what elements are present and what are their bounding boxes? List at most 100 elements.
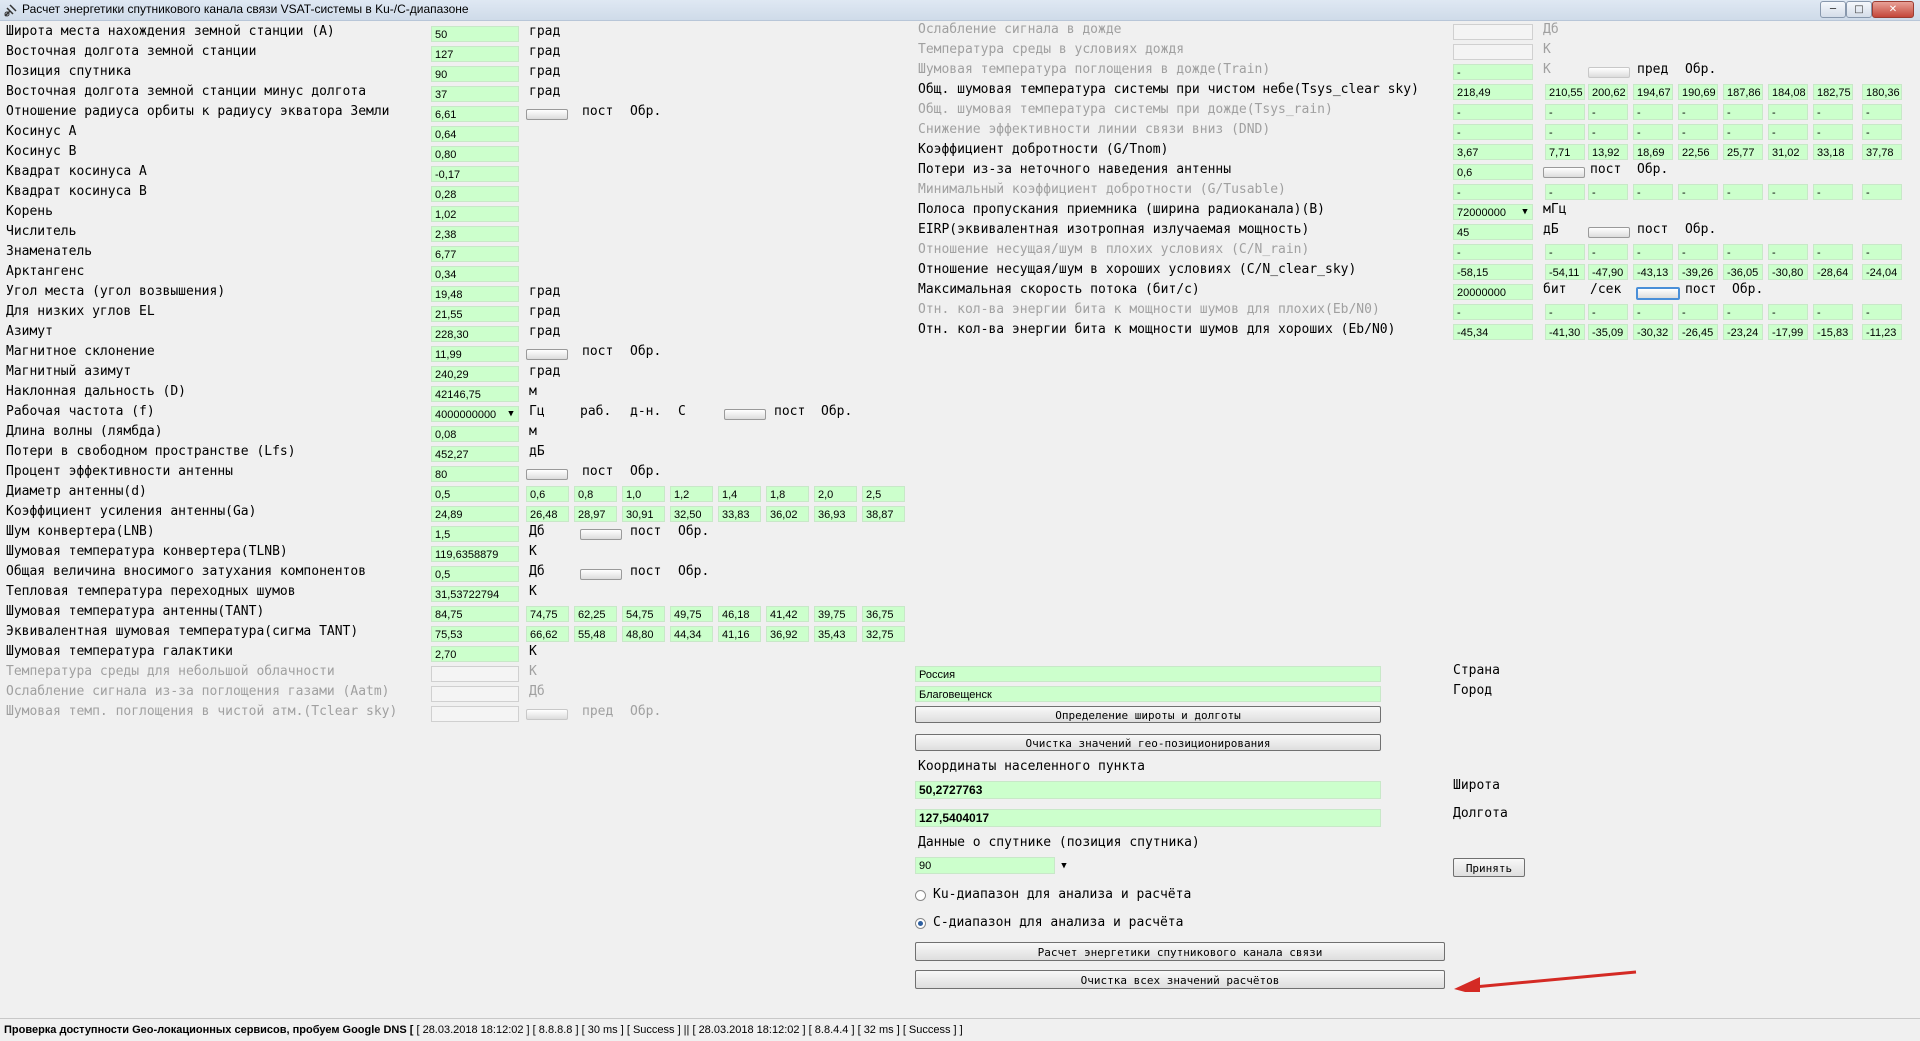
series-value-field[interactable]: 26,48 — [526, 506, 569, 522]
param-value-field[interactable]: 0,80 — [431, 146, 519, 162]
series-value-field[interactable]: 33,83 — [718, 506, 761, 522]
result-value-field[interactable]: 3,67 — [1453, 144, 1533, 160]
series-value-field[interactable]: 182,75 — [1813, 84, 1853, 100]
series-value-field[interactable]: 1,0 — [622, 486, 665, 502]
series-value-field[interactable]: - — [1768, 244, 1808, 260]
series-value-field[interactable]: 36,75 — [862, 606, 905, 622]
param-value-field[interactable]: 37 — [431, 86, 519, 102]
constant-toggle[interactable] — [526, 349, 568, 360]
latitude-field[interactable]: 50,2727763 — [915, 781, 1381, 799]
param-value-field[interactable]: 2,70 — [431, 646, 519, 662]
series-value-field[interactable]: 41,42 — [766, 606, 809, 622]
param-value-field[interactable]: 0,5 — [431, 566, 519, 582]
series-value-field[interactable]: 187,86 — [1723, 84, 1763, 100]
result-value-field[interactable]: - — [1453, 104, 1533, 120]
param-value-field[interactable]: 452,27 — [431, 446, 519, 462]
result-value-field[interactable]: - — [1453, 64, 1533, 80]
series-value-field[interactable]: - — [1545, 244, 1585, 260]
result-value-field[interactable]: 20000000 — [1453, 284, 1533, 300]
series-value-field[interactable]: 0,6 — [526, 486, 569, 502]
param-value-field[interactable]: 90 — [431, 66, 519, 82]
series-value-field[interactable]: - — [1862, 184, 1902, 200]
result-value-field[interactable]: - — [1453, 244, 1533, 260]
param-value-field[interactable]: 21,55 — [431, 306, 519, 322]
series-value-field[interactable]: - — [1588, 184, 1628, 200]
series-value-field[interactable]: -28,64 — [1813, 264, 1853, 280]
series-value-field[interactable]: 7,71 — [1545, 144, 1585, 160]
calculate-button[interactable]: Расчет энергетики спутникового канала св… — [915, 942, 1445, 961]
chevron-down-icon[interactable]: ▼ — [1518, 204, 1532, 220]
series-value-field[interactable]: -35,09 — [1588, 324, 1628, 340]
series-value-field[interactable]: -30,32 — [1633, 324, 1673, 340]
series-value-field[interactable]: - — [1545, 304, 1585, 320]
accept-button[interactable]: Принять — [1453, 858, 1525, 877]
determine-coordinates-button[interactable]: Определение широты и долготы — [915, 706, 1381, 723]
result-value-field[interactable]: -58,15 — [1453, 264, 1533, 280]
param-value-field[interactable]: 6,77 — [431, 246, 519, 262]
series-value-field[interactable]: 54,75 — [622, 606, 665, 622]
param-value-field[interactable]: 80 — [431, 466, 519, 482]
result-value-field[interactable]: - — [1453, 184, 1533, 200]
series-value-field[interactable]: - — [1723, 304, 1763, 320]
series-value-field[interactable]: 1,4 — [718, 486, 761, 502]
city-field[interactable]: Благовещенск — [915, 686, 1381, 702]
series-value-field[interactable]: - — [1813, 124, 1853, 140]
series-value-field[interactable]: 35,43 — [814, 626, 857, 642]
param-value-field[interactable]: 84,75 — [431, 606, 519, 622]
result-value-field[interactable]: - — [1453, 304, 1533, 320]
series-value-field[interactable]: -47,90 — [1588, 264, 1628, 280]
param-value-field[interactable] — [431, 686, 519, 702]
param-value-field[interactable]: 228,30 — [431, 326, 519, 342]
chevron-down-icon[interactable]: ▼ — [504, 406, 518, 422]
series-value-field[interactable]: 48,80 — [622, 626, 665, 642]
param-value-field[interactable]: 119,6358879 — [431, 546, 519, 562]
series-value-field[interactable]: 33,18 — [1813, 144, 1853, 160]
series-value-field[interactable]: - — [1633, 304, 1673, 320]
series-value-field[interactable]: - — [1588, 104, 1628, 120]
constant-toggle[interactable] — [1543, 167, 1585, 178]
param-value-field[interactable]: 31,53722794 — [431, 586, 519, 602]
series-value-field[interactable]: 32,50 — [670, 506, 713, 522]
close-button[interactable]: ✕ — [1872, 1, 1914, 18]
series-value-field[interactable]: 32,75 — [862, 626, 905, 642]
series-value-field[interactable]: 49,75 — [670, 606, 713, 622]
series-value-field[interactable]: 1,2 — [670, 486, 713, 502]
series-value-field[interactable]: 180,36 — [1862, 84, 1902, 100]
series-value-field[interactable]: 39,75 — [814, 606, 857, 622]
clear-all-button[interactable]: Очистка всех значений расчётов — [915, 970, 1445, 989]
series-value-field[interactable]: - — [1545, 124, 1585, 140]
param-value-field[interactable]: -0,17 — [431, 166, 519, 182]
series-value-field[interactable]: 13,92 — [1588, 144, 1628, 160]
series-value-field[interactable]: 22,56 — [1678, 144, 1718, 160]
constant-toggle[interactable] — [580, 529, 622, 540]
series-value-field[interactable]: 2,0 — [814, 486, 857, 502]
series-value-field[interactable]: 38,87 — [862, 506, 905, 522]
param-value-field[interactable]: 0,08 — [431, 426, 519, 442]
series-value-field[interactable]: - — [1588, 244, 1628, 260]
constant-toggle[interactable] — [580, 569, 622, 580]
series-value-field[interactable]: -41,30 — [1545, 324, 1585, 340]
series-value-field[interactable]: 2,5 — [862, 486, 905, 502]
series-value-field[interactable]: 46,18 — [718, 606, 761, 622]
constant-toggle[interactable] — [1636, 287, 1680, 300]
param-value-field[interactable]: 1,5 — [431, 526, 519, 542]
series-value-field[interactable]: - — [1723, 124, 1763, 140]
series-value-field[interactable]: 18,69 — [1633, 144, 1673, 160]
constant-toggle[interactable] — [724, 409, 766, 420]
series-value-field[interactable]: - — [1813, 104, 1853, 120]
result-value-field[interactable]: 45 — [1453, 224, 1533, 240]
series-value-field[interactable]: - — [1678, 184, 1718, 200]
constant-toggle[interactable] — [526, 709, 568, 720]
constant-toggle[interactable] — [1588, 227, 1630, 238]
series-value-field[interactable]: - — [1723, 244, 1763, 260]
series-value-field[interactable]: - — [1545, 184, 1585, 200]
param-value-field[interactable]: 0,28 — [431, 186, 519, 202]
result-value-field[interactable]: -45,34 — [1453, 324, 1533, 340]
series-value-field[interactable]: 30,91 — [622, 506, 665, 522]
result-value-field[interactable]: 218,49 — [1453, 84, 1533, 100]
series-value-field[interactable]: 210,55 — [1545, 84, 1585, 100]
series-value-field[interactable]: 25,77 — [1723, 144, 1763, 160]
series-value-field[interactable]: 200,62 — [1588, 84, 1628, 100]
series-value-field[interactable]: -24,04 — [1862, 264, 1902, 280]
constant-toggle[interactable] — [526, 469, 568, 480]
